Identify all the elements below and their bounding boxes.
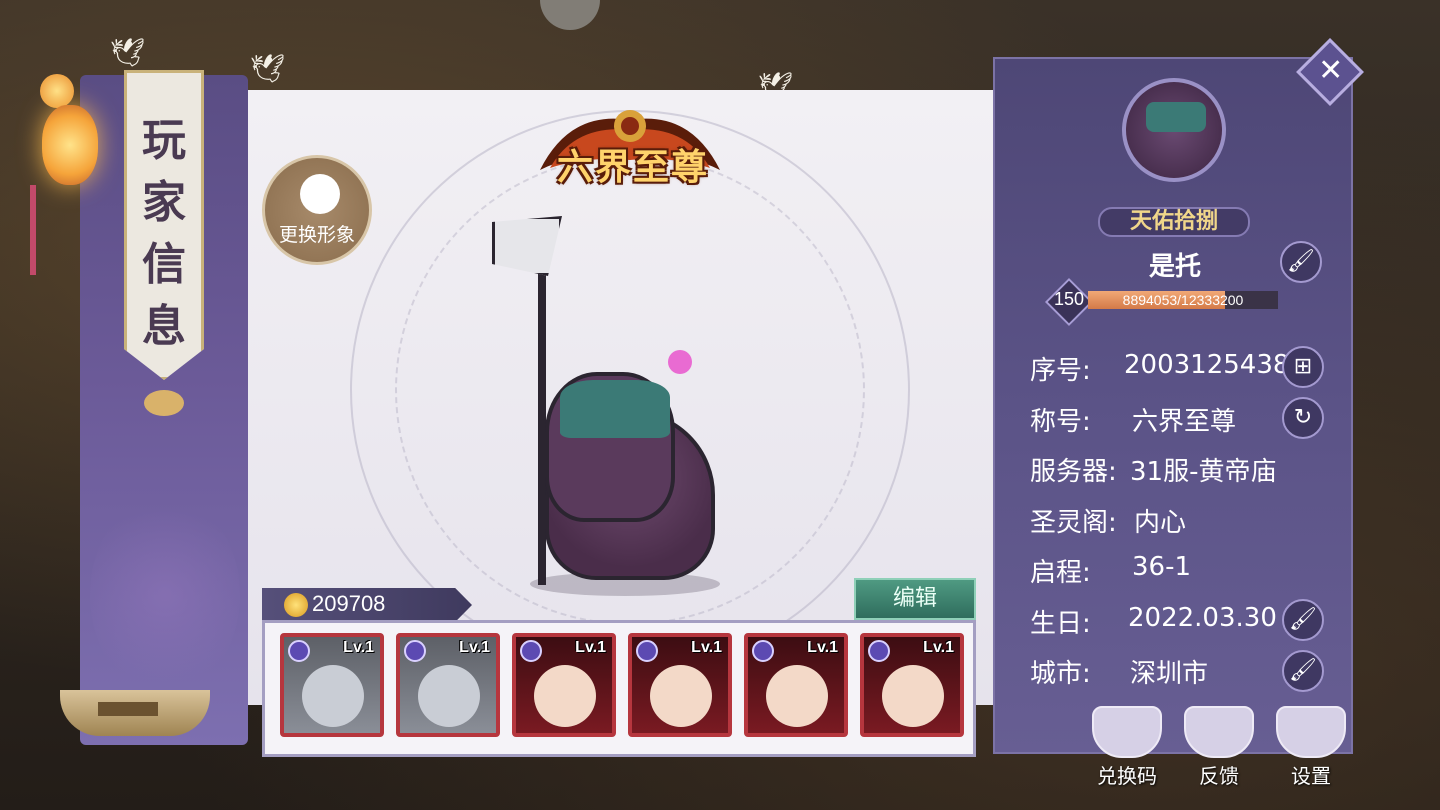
- page-title-char: 家: [142, 177, 186, 228]
- copy-icon: ⊞: [1293, 354, 1313, 379]
- info-value: 深圳市: [1130, 659, 1209, 689]
- edit-name-button[interactable]: 🖌: [1280, 241, 1322, 283]
- brush-icon: 🖌: [1287, 249, 1315, 274]
- boat-roof-decoration: [98, 702, 158, 716]
- page-title-char: 玩: [142, 115, 186, 166]
- edit-city-button[interactable]: 🖌: [1282, 650, 1324, 692]
- brush-icon: 🖌: [1289, 658, 1317, 683]
- bottom-button-label: 设置: [1291, 764, 1331, 788]
- face-icon: [300, 174, 340, 214]
- info-value: 2022.03.30: [1128, 603, 1277, 633]
- character-mask: [560, 380, 670, 438]
- currency-amount: 209708: [312, 591, 386, 616]
- bell-icon: [144, 390, 184, 416]
- lantern-small-icon: [40, 74, 74, 108]
- hero-card[interactable]: Lv.1: [396, 633, 500, 737]
- hero-level: Lv.1: [459, 639, 490, 656]
- hero-card[interactable]: Lv.1: [860, 633, 964, 737]
- hero-level: Lv.1: [575, 639, 606, 656]
- bottom-button-label: 兑换码: [1097, 764, 1157, 788]
- avatar-mask: [1146, 102, 1206, 132]
- hero-level: Lv.1: [343, 639, 374, 656]
- change-appearance-button[interactable]: 更换形象: [262, 155, 372, 265]
- info-label: 生日:: [1030, 609, 1091, 639]
- element-icon: [752, 640, 774, 662]
- cloud-swirl-decoration: [90, 495, 240, 695]
- bird-icon: 🕊: [110, 36, 146, 69]
- bird-icon: 🕊: [250, 52, 286, 85]
- copy-id-button[interactable]: ⊞: [1282, 346, 1324, 388]
- change-title-button[interactable]: ↻: [1282, 397, 1324, 439]
- exp-text: 8894053/12333200: [1122, 292, 1244, 308]
- player-title-badge: 天佑拾捌: [1098, 207, 1250, 237]
- info-label: 圣灵阁:: [1030, 508, 1117, 538]
- page-title-char: 信: [142, 239, 186, 290]
- refresh-icon: ↻: [1293, 405, 1313, 430]
- page-title-char: 息: [142, 301, 186, 352]
- info-value: 31服-黄帝庙: [1130, 457, 1277, 487]
- redeem-bag-icon[interactable]: [1092, 706, 1162, 758]
- hero-level: Lv.1: [923, 639, 954, 656]
- hero-level: Lv.1: [807, 639, 838, 656]
- info-label: 称号:: [1030, 407, 1091, 437]
- title-crest-text: 六界至尊: [556, 146, 709, 188]
- hero-portrait: [302, 665, 364, 727]
- bottom-button-label: 反馈: [1199, 764, 1239, 788]
- info-label: 城市:: [1030, 659, 1091, 689]
- player-level: 150: [1053, 289, 1085, 309]
- info-value: 20031254384: [1124, 350, 1306, 380]
- hero-portrait: [766, 665, 828, 727]
- coin-icon: [284, 593, 308, 617]
- hero-portrait: [534, 665, 596, 727]
- hero-portrait: [418, 665, 480, 727]
- page-title: 玩 家 信 息: [124, 110, 204, 358]
- mail-icon[interactable]: [1184, 706, 1254, 758]
- edit-birthday-button[interactable]: 🖌: [1282, 599, 1324, 641]
- hero-level: Lv.1: [691, 639, 722, 656]
- player-avatar[interactable]: [1122, 78, 1226, 182]
- hero-card[interactable]: Lv.1: [512, 633, 616, 737]
- brush-icon: 🖌: [1289, 607, 1317, 632]
- hero-card[interactable]: Lv.1: [744, 633, 848, 737]
- hero-portrait: [650, 665, 712, 727]
- gear-icon[interactable]: [1276, 706, 1346, 758]
- info-label: 启程:: [1030, 558, 1091, 588]
- edit-team-button[interactable]: 编辑: [854, 578, 976, 620]
- info-label: 序号:: [1030, 356, 1091, 386]
- info-value: 六界至尊: [1132, 407, 1237, 437]
- lantern-icon: [42, 105, 98, 185]
- player-name: 是托: [1148, 252, 1201, 282]
- hero-portrait: [882, 665, 944, 727]
- hero-card[interactable]: Lv.1: [628, 633, 732, 737]
- hero-card[interactable]: Lv.1: [280, 633, 384, 737]
- info-label: 服务器:: [1030, 457, 1117, 487]
- info-value: 内心: [1134, 508, 1187, 538]
- info-value: 36-1: [1132, 552, 1192, 582]
- flower-icon: [668, 350, 692, 374]
- element-icon: [520, 640, 542, 662]
- element-icon: [636, 640, 658, 662]
- element-icon: [868, 640, 890, 662]
- currency-display: 209708: [262, 588, 472, 622]
- change-appearance-label: 更换形象: [278, 224, 355, 246]
- close-icon: ✕: [1318, 53, 1344, 89]
- element-icon: [288, 640, 310, 662]
- element-icon: [404, 640, 426, 662]
